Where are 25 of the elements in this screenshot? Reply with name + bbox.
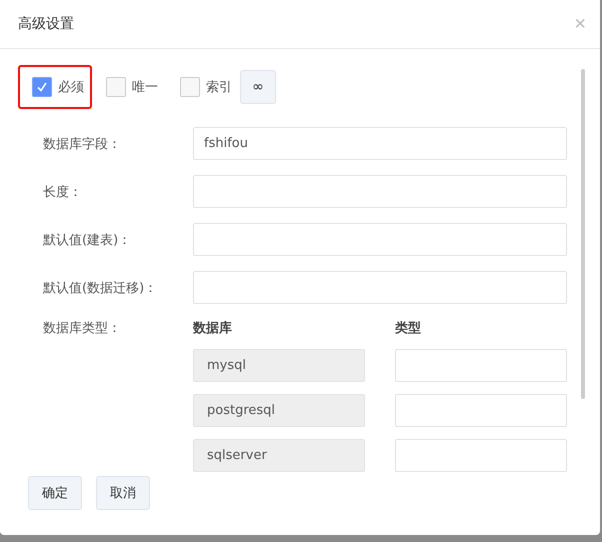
field-label: 默认值(建表)：	[43, 232, 132, 248]
dialog-title: 高级设置	[18, 15, 74, 33]
field-label: 长度：	[43, 184, 83, 200]
option-checkbox[interactable]: 索引	[166, 65, 240, 109]
input-field[interactable]	[193, 175, 567, 208]
database-name-field: postgresql	[193, 394, 365, 427]
input-field[interactable]	[193, 271, 567, 304]
column-header: 数据库	[193, 320, 233, 337]
option-checkbox[interactable]: 唯一	[92, 65, 166, 109]
input-field[interactable]: fshifou	[193, 127, 567, 160]
option-checkbox[interactable]: 必须	[18, 65, 92, 109]
database-name-field: sqlserver	[193, 439, 365, 472]
type-input-field[interactable]	[395, 394, 567, 427]
scrollbar-thumb[interactable]	[581, 69, 585, 399]
type-input-field[interactable]	[395, 439, 567, 472]
input-field[interactable]	[193, 223, 567, 256]
confirm-button[interactable]: 确定	[28, 476, 82, 510]
database-name-field: mysql	[193, 349, 365, 382]
field-label: 数据库类型：	[43, 320, 122, 337]
field-label: 数据库字段：	[43, 136, 122, 152]
cancel-button[interactable]: 取消	[96, 476, 150, 510]
link-button[interactable]: ∞	[240, 70, 276, 104]
field-label: 默认值(数据迁移)：	[43, 280, 158, 296]
type-input-field[interactable]	[395, 349, 567, 382]
column-header: 类型	[395, 320, 422, 337]
